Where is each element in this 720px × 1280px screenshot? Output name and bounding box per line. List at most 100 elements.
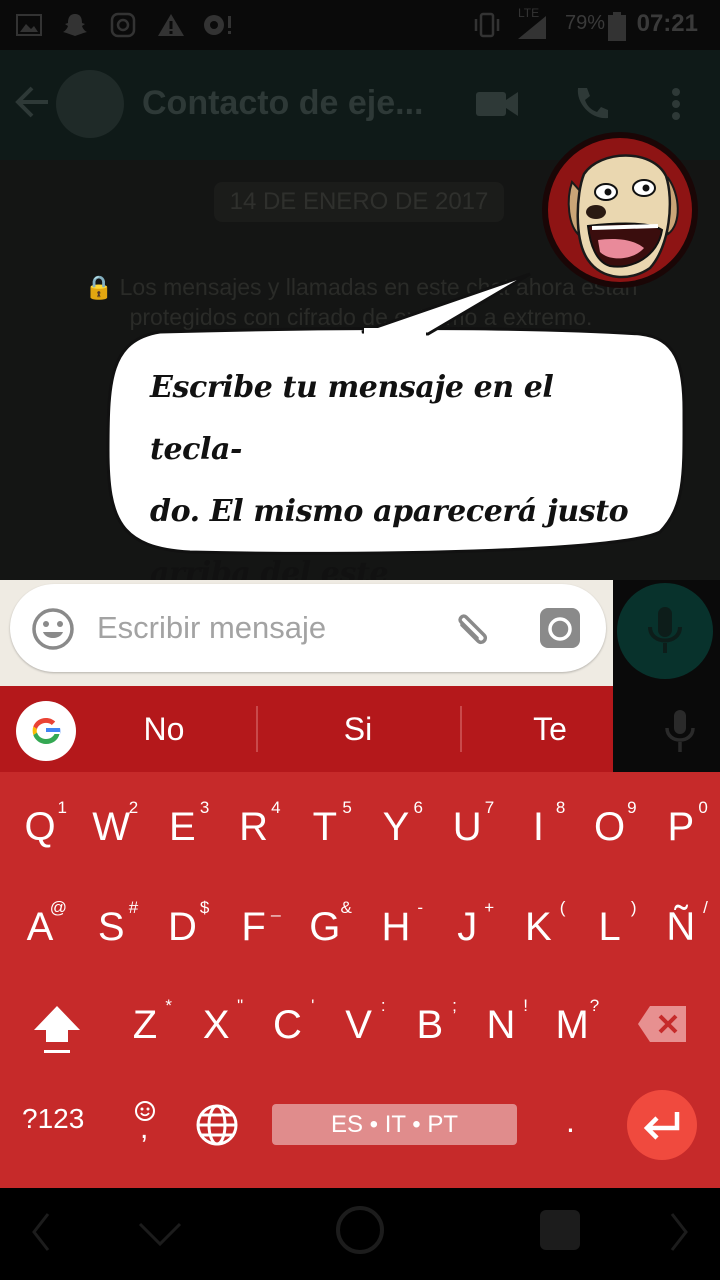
overflow-menu-icon[interactable] <box>668 86 684 126</box>
space-bar[interactable]: ES • IT • PT <box>272 1104 517 1145</box>
nav-right-icon[interactable] <box>668 1210 692 1254</box>
suggestion-divider <box>256 706 258 752</box>
emoji-comma-key[interactable]: , <box>128 1100 164 1146</box>
phone-call-icon[interactable] <box>572 84 612 124</box>
key-label: X <box>202 1002 230 1047</box>
nav-home-icon[interactable] <box>334 1204 386 1256</box>
key-c[interactable]: C ' <box>252 980 322 1070</box>
key-hint: ' <box>311 996 315 1015</box>
key-hint: ( <box>559 898 566 917</box>
key-i[interactable]: I8 <box>503 782 573 872</box>
key-hint: 3 <box>199 798 210 817</box>
key-e[interactable]: E3 <box>147 782 217 872</box>
key-ñ[interactable]: Ñ / <box>646 882 716 972</box>
snapchat-icon <box>60 10 90 40</box>
key-label: F <box>241 904 266 949</box>
key-u[interactable]: U7 <box>432 782 502 872</box>
key-label: Q <box>24 804 56 849</box>
key-d[interactable]: D $ <box>147 882 217 972</box>
key-s[interactable]: S # <box>76 882 146 972</box>
nav-left-icon[interactable] <box>28 1210 52 1254</box>
key-label: Ñ <box>666 904 696 949</box>
key-o[interactable]: O9 <box>575 782 645 872</box>
key-t[interactable]: T5 <box>290 782 360 872</box>
key-label: N <box>486 1002 516 1047</box>
emoji-icon[interactable] <box>30 606 76 652</box>
key-a[interactable]: A @ <box>5 882 75 972</box>
key-r[interactable]: R4 <box>219 782 289 872</box>
key-z[interactable]: Z * <box>110 980 180 1070</box>
key-n[interactable]: N! <box>466 980 536 1070</box>
key-f[interactable]: F _ <box>219 882 289 972</box>
key-label: V <box>345 1002 372 1047</box>
key-hint: 2 <box>128 798 139 817</box>
suggestion-2[interactable]: Si <box>278 686 438 772</box>
vibrate-icon <box>472 10 502 40</box>
key-x[interactable]: X " <box>181 980 251 1070</box>
suggestion-1[interactable]: No <box>84 686 244 772</box>
key-b[interactable]: B; <box>395 980 465 1070</box>
key-label: M <box>555 1002 589 1047</box>
notification-alert-icon <box>202 10 232 40</box>
backspace-key-icon[interactable] <box>636 1004 688 1044</box>
attach-icon[interactable] <box>448 605 496 653</box>
key-h[interactable]: H- <box>361 882 431 972</box>
key-label: U <box>452 804 482 849</box>
back-arrow-icon[interactable] <box>12 82 52 122</box>
key-hint: * <box>165 996 172 1015</box>
nav-recents-icon[interactable] <box>538 1208 582 1252</box>
key-p[interactable]: P0 <box>646 782 716 872</box>
camera-icon[interactable] <box>538 606 582 650</box>
key-label: H <box>381 904 411 949</box>
enter-key[interactable] <box>627 1090 697 1160</box>
key-g[interactable]: G & <box>290 882 360 972</box>
key-y[interactable]: Y6 <box>361 782 431 872</box>
key-label: L <box>598 904 621 949</box>
tutorial-line-1: Escribe tu mensaje en el tecla- <box>150 370 554 467</box>
key-w[interactable]: W2 <box>76 782 146 872</box>
period-key[interactable]: . <box>566 1103 575 1140</box>
key-hint: 9 <box>627 798 637 817</box>
suggestion-3[interactable]: Te <box>470 686 630 772</box>
key-label: P <box>667 804 695 849</box>
key-v[interactable]: V: <box>324 980 394 1070</box>
contact-name[interactable]: Contacto de eje... <box>142 84 424 123</box>
key-l[interactable]: L) <box>575 882 645 972</box>
key-hint: 6 <box>413 798 423 817</box>
voice-record-button[interactable] <box>617 583 713 679</box>
key-label: E <box>169 804 196 849</box>
key-label: R <box>239 804 269 849</box>
key-hint: ) <box>630 898 637 917</box>
key-label: S <box>97 904 125 949</box>
key-label: C <box>272 1002 302 1047</box>
key-hint: ? <box>589 996 600 1015</box>
google-search-button[interactable] <box>16 701 76 761</box>
key-hint: # <box>128 898 139 917</box>
contact-avatar[interactable] <box>56 70 124 138</box>
keyboard-mic-icon[interactable] <box>660 708 700 754</box>
key-label: T <box>312 804 338 849</box>
comma-label: , <box>140 1112 149 1145</box>
key-hint: ! <box>523 996 528 1015</box>
key-k[interactable]: K( <box>503 882 573 972</box>
key-label: I <box>532 804 544 849</box>
video-call-icon[interactable] <box>474 86 520 120</box>
key-hint: $ <box>199 898 210 917</box>
key-hint: 7 <box>484 798 495 817</box>
key-hint: 8 <box>555 798 566 817</box>
key-hint: _ <box>271 898 281 917</box>
tutorial-line-2: do. El mismo aparecerá justo <box>150 494 629 529</box>
message-placeholder: Escribir mensaje <box>97 610 327 645</box>
enter-arrow-icon <box>643 1112 680 1140</box>
shift-key-icon[interactable] <box>30 1002 84 1056</box>
key-m[interactable]: M? <box>537 980 607 1070</box>
instagram-icon <box>108 10 138 40</box>
symbols-key[interactable]: ?123 <box>22 1103 84 1135</box>
key-j[interactable]: J + <box>432 882 502 972</box>
key-label: Y <box>382 804 410 849</box>
nav-hide-keyboard-icon[interactable] <box>136 1218 184 1248</box>
key-label: W <box>92 804 131 849</box>
gallery-icon <box>14 10 44 40</box>
globe-language-icon[interactable] <box>194 1102 240 1148</box>
key-q[interactable]: Q1 <box>5 782 75 872</box>
